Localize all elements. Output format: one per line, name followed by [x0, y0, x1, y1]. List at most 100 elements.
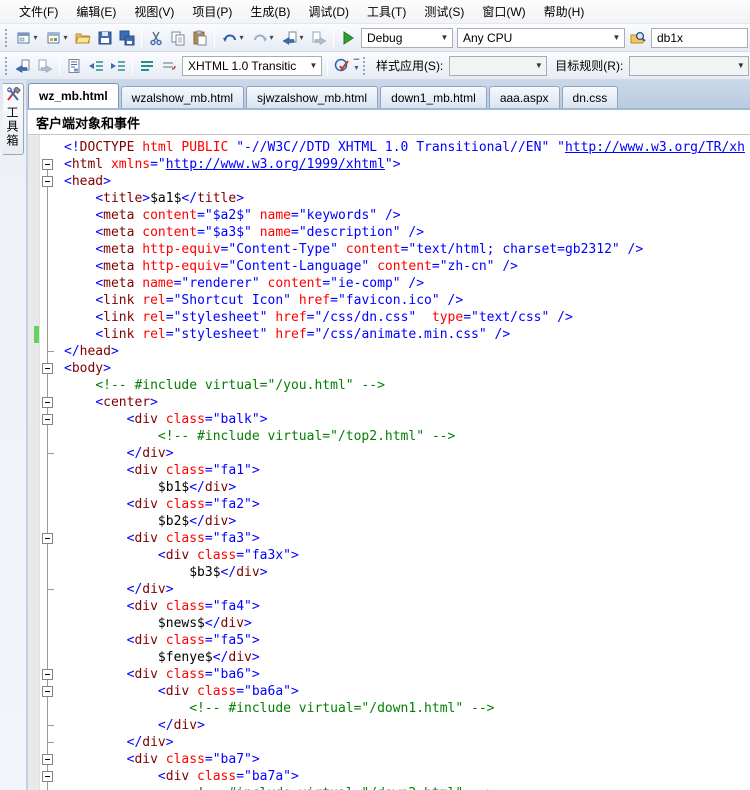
comment-lines-button[interactable] [136, 55, 158, 77]
outline-collapse-box[interactable] [42, 397, 53, 408]
code-line[interactable]: <meta http-equiv="Content-Language" cont… [28, 258, 750, 275]
new-project-button[interactable]: ▾ [12, 27, 42, 49]
tab-wz-mb-html[interactable]: wz_mb.html [28, 83, 119, 108]
code-line[interactable]: </div> [28, 581, 750, 598]
decrease-indent-button[interactable] [85, 55, 107, 77]
toolbar-grip[interactable] [4, 57, 9, 75]
code-line[interactable]: <div class="ba6a"> [28, 683, 750, 700]
code-line[interactable]: <head> [28, 173, 750, 190]
solution-configuration-combobox[interactable]: Debug ▼ [361, 28, 453, 48]
client-objects-events-bar[interactable]: 客户端对象和事件 [28, 110, 750, 135]
code-line[interactable]: <div class="fa3"> [28, 530, 750, 547]
solution-platform-combobox[interactable]: Any CPU ▼ [457, 28, 625, 48]
find-combobox[interactable]: db1x [651, 28, 748, 48]
outline-collapse-box[interactable] [42, 414, 53, 425]
code-line[interactable]: </div> [28, 734, 750, 751]
code-line[interactable]: <!-- #include virtual="/down1.html" --> [28, 700, 750, 717]
format-document-button[interactable] [63, 55, 85, 77]
menu-test[interactable]: 测试(S) [415, 0, 473, 23]
outline-collapse-box[interactable] [42, 159, 53, 170]
code-line[interactable]: <meta content="$a3$" name="description" … [28, 224, 750, 241]
cut-button[interactable] [145, 27, 167, 49]
toolbar-options-button[interactable]: ▔▼ [353, 61, 360, 71]
code-editor[interactable]: <!DOCTYPE html PUBLIC "-//W3C//DTD XHTML… [28, 135, 750, 790]
code-line[interactable]: $fenye$</div> [28, 649, 750, 666]
paste-button[interactable] [189, 27, 211, 49]
copy-button[interactable] [167, 27, 189, 49]
increase-indent-button[interactable] [107, 55, 129, 77]
menu-view[interactable]: 视图(V) [125, 0, 183, 23]
menu-project[interactable]: 项目(P) [183, 0, 241, 23]
code-line[interactable]: <!-- #include virtual="/you.html" --> [28, 377, 750, 394]
open-file-button[interactable] [72, 27, 94, 49]
target-schema-combobox[interactable]: XHTML 1.0 Transitic ▼ [182, 56, 322, 76]
code-line[interactable]: </div> [28, 445, 750, 462]
menu-tools[interactable]: 工具(T) [358, 0, 415, 23]
code-line[interactable]: <meta content="$a2$" name="keywords" /> [28, 207, 750, 224]
menu-edit[interactable]: 编辑(E) [67, 0, 125, 23]
code-line[interactable]: <div class="fa1"> [28, 462, 750, 479]
code-line[interactable]: $b1$</div> [28, 479, 750, 496]
code-line[interactable]: <div class="ba7"> [28, 751, 750, 768]
code-line[interactable]: <!-- #include virtual="/top2.html" --> [28, 428, 750, 445]
menu-file[interactable]: 文件(F) [10, 0, 67, 23]
view-forward-button[interactable] [34, 55, 56, 77]
tab-aaa-aspx[interactable]: aaa.aspx [489, 86, 560, 108]
toolbox-autohide-tab[interactable]: 工具箱 [3, 83, 24, 155]
code-line[interactable]: <center> [28, 394, 750, 411]
navigate-backward-button[interactable]: ▾ [278, 27, 308, 49]
code-line[interactable]: <link rel="Shortcut Icon" href="favicon.… [28, 292, 750, 309]
start-debugging-button[interactable] [337, 27, 359, 49]
target-rule-combobox[interactable]: ▼ [629, 56, 749, 76]
check-page-button[interactable] [331, 55, 353, 77]
outline-collapse-box[interactable] [42, 533, 53, 544]
code-line[interactable]: <link rel="stylesheet" href="/css/animat… [28, 326, 750, 343]
code-line[interactable]: <html xmlns="http://www.w3.org/1999/xhtm… [28, 156, 750, 173]
save-button[interactable] [94, 27, 116, 49]
code-line[interactable]: <div class="ba6"> [28, 666, 750, 683]
tab-wzalshow-mb-html[interactable]: wzalshow_mb.html [121, 86, 244, 108]
outline-collapse-box[interactable] [42, 363, 53, 374]
menu-window[interactable]: 窗口(W) [473, 0, 534, 23]
code-line[interactable]: <div class="balk"> [28, 411, 750, 428]
undo-button[interactable]: ▾ [218, 27, 248, 49]
menu-help[interactable]: 帮助(H) [535, 0, 594, 23]
view-backward-button[interactable] [12, 55, 34, 77]
code-line[interactable]: <div class="fa3x"> [28, 547, 750, 564]
code-line[interactable]: <!-- #include virtual="/down2.html" --> [28, 785, 750, 790]
navigate-forward-button[interactable] [308, 27, 330, 49]
redo-button[interactable]: ▾ [248, 27, 278, 49]
style-apply-combobox[interactable]: ▼ [449, 56, 547, 76]
toolbar-grip[interactable] [362, 57, 367, 75]
menu-build[interactable]: 生成(B) [241, 0, 299, 23]
code-line[interactable]: $b3$</div> [28, 564, 750, 581]
uncomment-lines-button[interactable] [158, 55, 180, 77]
menu-debug[interactable]: 调试(D) [299, 0, 358, 23]
tab-sjwzalshow-mb-html[interactable]: sjwzalshow_mb.html [246, 86, 378, 108]
code-line[interactable]: <link rel="stylesheet" href="/css/dn.css… [28, 309, 750, 326]
find-in-files-icon[interactable] [627, 27, 649, 49]
code-line[interactable]: <meta name="renderer" content="ie-comp" … [28, 275, 750, 292]
code-line[interactable]: <title>$a1$</title> [28, 190, 750, 207]
outline-collapse-box[interactable] [42, 771, 53, 782]
code-line[interactable]: </head> [28, 343, 750, 360]
code-line[interactable]: $b2$</div> [28, 513, 750, 530]
outline-collapse-box[interactable] [42, 669, 53, 680]
outline-collapse-box[interactable] [42, 754, 53, 765]
code-line[interactable]: </div> [28, 717, 750, 734]
code-line[interactable]: <div class="fa4"> [28, 598, 750, 615]
tab-dn-css[interactable]: dn.css [562, 86, 619, 108]
code-line[interactable]: <body> [28, 360, 750, 377]
code-line[interactable]: <div class="fa5"> [28, 632, 750, 649]
tab-down1-mb-html[interactable]: down1_mb.html [380, 86, 487, 108]
code-line[interactable]: <div class="fa2"> [28, 496, 750, 513]
toolbar-grip[interactable] [4, 29, 9, 47]
add-item-button[interactable]: ▾ [42, 27, 72, 49]
outline-collapse-box[interactable] [42, 176, 53, 187]
save-all-button[interactable] [116, 27, 138, 49]
code-line[interactable]: $news$</div> [28, 615, 750, 632]
code-line[interactable]: <meta http-equiv="Content-Type" content=… [28, 241, 750, 258]
code-line[interactable]: <!DOCTYPE html PUBLIC "-//W3C//DTD XHTML… [28, 139, 750, 156]
outline-collapse-box[interactable] [42, 686, 53, 697]
code-line[interactable]: <div class="ba7a"> [28, 768, 750, 785]
